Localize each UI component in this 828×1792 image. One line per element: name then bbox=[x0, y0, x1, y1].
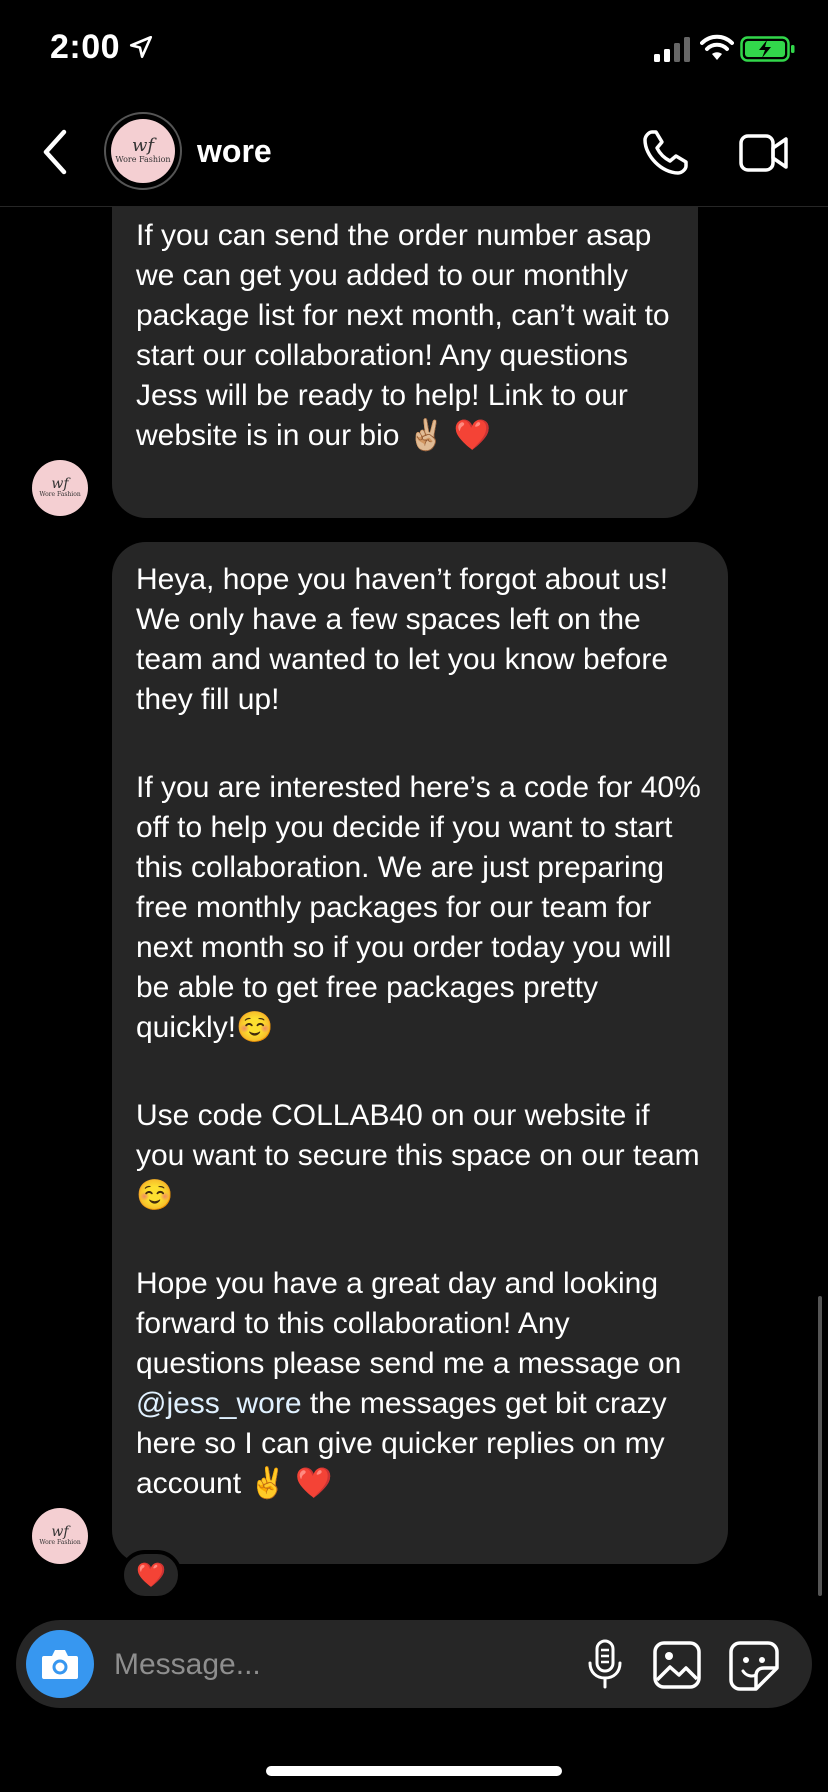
battery-charging-icon bbox=[740, 36, 795, 62]
status-bar: 2:00 bbox=[0, 0, 828, 100]
avatar-monogram: wf bbox=[51, 1524, 69, 1540]
avatar-brand-text: Wore Fashion bbox=[39, 1539, 81, 1546]
contact-avatar[interactable]: wf Wore Fashion bbox=[104, 112, 182, 190]
avatar-brand-text: Wore Fashion bbox=[115, 155, 171, 164]
cellular-signal-icon bbox=[654, 37, 690, 62]
sticker-icon[interactable] bbox=[728, 1640, 780, 1692]
avatar-logo: wf Wore Fashion bbox=[32, 1508, 88, 1564]
sender-avatar[interactable]: wf Wore Fashion bbox=[32, 460, 88, 516]
contact-name[interactable]: wore bbox=[197, 133, 272, 170]
microphone-icon[interactable] bbox=[582, 1638, 628, 1690]
avatar-brand-text: Wore Fashion bbox=[39, 491, 81, 498]
heart-reaction[interactable]: ❤️ bbox=[120, 1550, 182, 1600]
home-indicator[interactable] bbox=[266, 1766, 562, 1776]
phone-call-icon[interactable] bbox=[640, 128, 690, 178]
chat-header: wf Wore Fashion wore bbox=[0, 100, 828, 207]
message-input[interactable] bbox=[112, 1640, 496, 1690]
message-bubble[interactable]: Heya, hope you haven’t forgot about us! … bbox=[112, 542, 728, 1564]
status-time: 2:00 bbox=[50, 28, 121, 66]
message-paragraph: If you are interested here’s a code for … bbox=[136, 771, 701, 1044]
message-bubble[interactable]: If you can send the order number asap we… bbox=[112, 180, 698, 518]
camera-button[interactable] bbox=[26, 1630, 94, 1698]
avatar-monogram: wf bbox=[131, 135, 155, 156]
wifi-icon bbox=[700, 34, 734, 60]
message-text: Hope you have a great day and looking fo… bbox=[136, 1267, 682, 1380]
sender-avatar[interactable]: wf Wore Fashion bbox=[32, 1508, 88, 1564]
mention-link[interactable]: @jess_wore bbox=[136, 1387, 302, 1420]
scrollbar[interactable] bbox=[818, 1296, 822, 1596]
video-call-icon[interactable] bbox=[738, 132, 790, 174]
message-composer bbox=[16, 1620, 812, 1708]
avatar-logo: wf Wore Fashion bbox=[111, 119, 175, 183]
avatar-logo: wf Wore Fashion bbox=[32, 460, 88, 516]
location-arrow-icon bbox=[129, 35, 153, 59]
message-paragraph: Use code COLLAB40 on our website if you … bbox=[136, 1099, 700, 1212]
avatar-monogram: wf bbox=[51, 476, 69, 492]
back-chevron-icon[interactable] bbox=[40, 128, 70, 176]
message-paragraph: Heya, hope you haven’t forgot about us! … bbox=[136, 563, 669, 716]
message-paragraph-with-mention: Hope you have a great day and looking fo… bbox=[136, 1264, 704, 1504]
camera-icon bbox=[42, 1650, 78, 1679]
gallery-icon[interactable] bbox=[652, 1640, 702, 1690]
message-text: If you can send the order number asap we… bbox=[136, 219, 670, 452]
